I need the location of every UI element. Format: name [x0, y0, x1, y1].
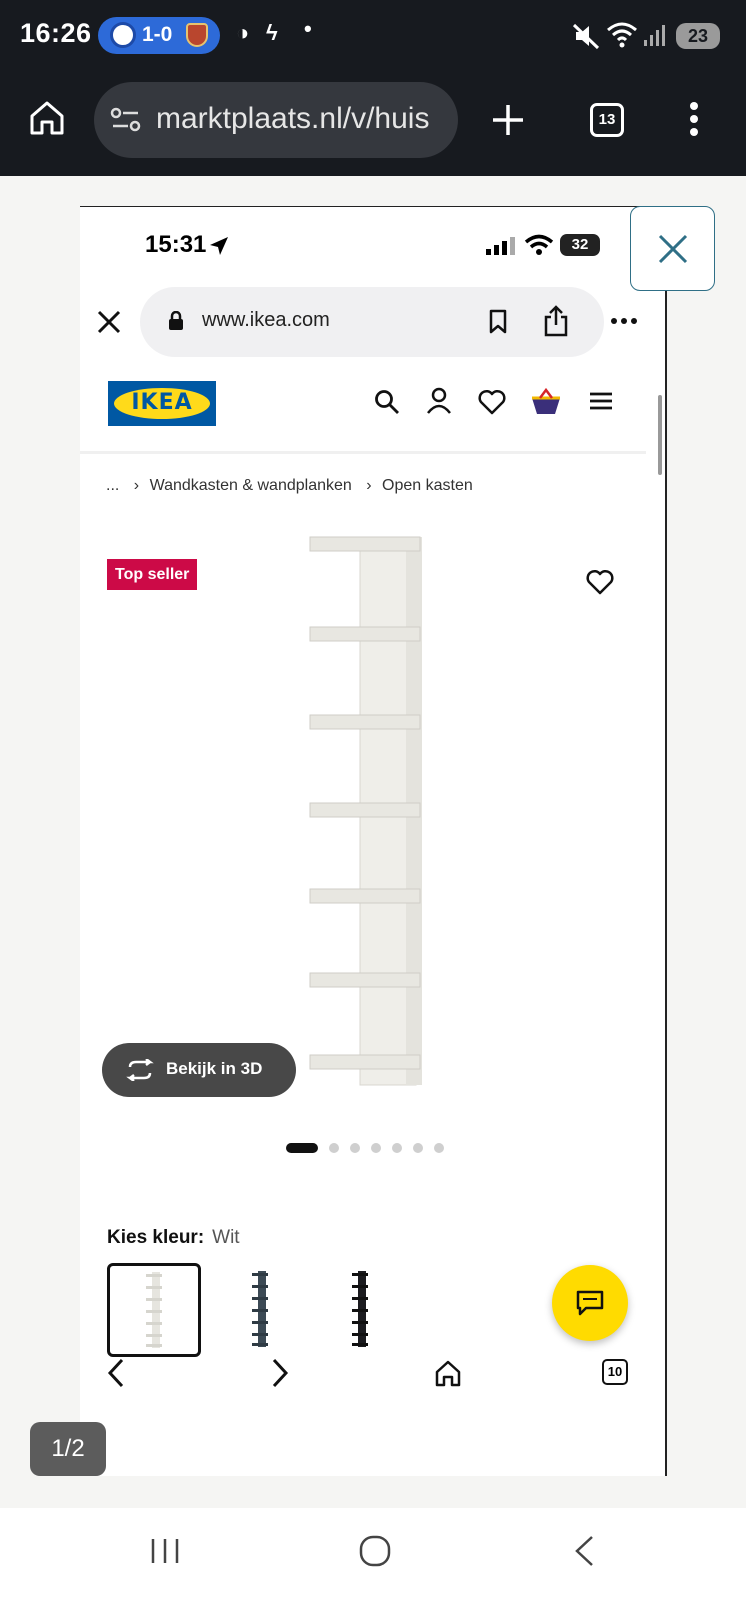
close-icon	[658, 234, 688, 264]
hamburger-menu-icon[interactable]	[588, 391, 614, 411]
signal-bars-icon	[644, 25, 665, 46]
view-3d-button[interactable]: Bekijk in 3D	[102, 1043, 296, 1097]
carousel-dot[interactable]	[329, 1143, 339, 1153]
ikea-logo[interactable]: IKEA	[108, 381, 216, 426]
home-icon[interactable]	[28, 99, 66, 137]
site-settings-icon[interactable]	[110, 106, 142, 134]
tab-switcher-button[interactable]: 13	[590, 103, 624, 137]
recent-apps-icon[interactable]	[148, 1536, 182, 1566]
color-swatch-blue-grey[interactable]	[220, 1263, 314, 1357]
carousel-indicator[interactable]	[286, 1141, 456, 1155]
swatch-shelf-black	[352, 1271, 368, 1347]
ios-status-time: 15:31	[145, 231, 207, 258]
breadcrumb-chevron-icon: ›	[366, 477, 372, 494]
more-notifications-dot-icon: •	[304, 16, 312, 41]
app-notification-icon: ◑	[236, 20, 250, 45]
breadcrumb-chevron-icon: ›	[133, 477, 140, 494]
safari-back-icon[interactable]	[106, 1357, 126, 1389]
team-crest-away-icon	[186, 23, 208, 47]
safari-url: www.ikea.com	[202, 309, 330, 331]
breadcrumb-item-open-kasten[interactable]: Open kasten	[382, 477, 473, 494]
safari-tabs-button[interactable]: 10	[602, 1359, 628, 1385]
lock-icon	[169, 311, 183, 330]
listing-screenshot-image: 15:31 32 www.ikea.com IKEA ... › Wandkas…	[80, 206, 666, 1476]
safari-close-icon[interactable]	[96, 309, 122, 335]
product-image-shelf[interactable]	[306, 533, 426, 1093]
view-3d-label: Bekijk in 3D	[166, 1059, 263, 1078]
android-home-icon[interactable]	[358, 1534, 392, 1568]
wishlist-icon[interactable]	[478, 389, 506, 415]
chat-icon	[576, 1290, 604, 1316]
swatch-shelf-white	[146, 1272, 162, 1348]
shopping-bag-icon[interactable]	[530, 387, 562, 417]
new-tab-icon[interactable]	[490, 102, 526, 138]
android-back-icon[interactable]	[572, 1534, 596, 1568]
safari-forward-icon[interactable]	[270, 1357, 290, 1389]
top-seller-badge: Top seller	[107, 559, 198, 590]
chat-button[interactable]	[552, 1265, 628, 1341]
carousel-dot[interactable]	[392, 1143, 402, 1153]
favorite-icon[interactable]	[586, 569, 614, 595]
ios-wifi-icon	[524, 234, 554, 255]
ikea-logo-text: IKEA	[131, 390, 193, 415]
breadcrumb-ellipsis[interactable]: ...	[106, 477, 119, 494]
team-crest-home-icon	[110, 22, 136, 48]
color-value: Wit	[212, 1227, 240, 1248]
battery-level: 23	[676, 23, 720, 49]
breadcrumb: ... › Wandkasten & wandplanken › Open ka…	[106, 477, 473, 495]
android-status-bar: 16:26 1-0 ◑ ϟ • 23	[0, 0, 746, 72]
android-navigation-bar	[0, 1508, 746, 1600]
safari-address-bar[interactable]: www.ikea.com	[140, 287, 604, 357]
search-icon[interactable]	[374, 389, 400, 415]
page-scrollbar[interactable]	[658, 395, 662, 475]
address-bar[interactable]: marktplaats.nl/v/huis	[94, 82, 458, 158]
status-time: 16:26	[20, 18, 92, 48]
ios-signal-icon	[486, 237, 515, 255]
carousel-dot-active[interactable]	[286, 1143, 318, 1153]
header-divider	[80, 451, 646, 454]
safari-home-icon[interactable]	[434, 1359, 462, 1387]
carousel-dot[interactable]	[434, 1143, 444, 1153]
account-icon[interactable]	[426, 387, 452, 415]
color-selector-label: Kies kleur: Wit	[107, 1227, 240, 1249]
safari-more-icon[interactable]	[610, 317, 638, 325]
carousel-dot[interactable]	[413, 1143, 423, 1153]
carousel-dot[interactable]	[371, 1143, 381, 1153]
breadcrumb-item-wandkasten[interactable]: Wandkasten & wandplanken	[150, 477, 352, 494]
color-swatch-black[interactable]	[320, 1263, 414, 1357]
more-options-icon[interactable]	[688, 100, 700, 140]
rotate-3d-icon	[126, 1059, 154, 1081]
color-swatch-white[interactable]	[107, 1263, 201, 1357]
bookmark-icon[interactable]	[488, 309, 508, 335]
share-icon[interactable]	[542, 305, 570, 337]
wifi-icon	[607, 22, 637, 48]
chrome-toolbar: marktplaats.nl/v/huis 13	[0, 72, 746, 176]
color-label: Kies kleur:	[107, 1227, 205, 1248]
swatch-shelf-blue-grey	[252, 1271, 268, 1347]
carousel-dot[interactable]	[350, 1143, 360, 1153]
location-arrow-icon	[210, 237, 228, 255]
close-viewer-button[interactable]	[630, 206, 715, 291]
live-score-pill[interactable]: 1-0	[98, 17, 220, 54]
screenshot-right-edge	[665, 206, 667, 1476]
mute-icon	[572, 23, 600, 50]
image-counter: 1/2	[30, 1422, 106, 1476]
live-score: 1-0	[142, 23, 173, 46]
ios-battery: 32	[560, 234, 600, 256]
bolt-notification-icon: ϟ	[266, 20, 278, 45]
address-url: marktplaats.nl/v/huis	[156, 102, 430, 135]
